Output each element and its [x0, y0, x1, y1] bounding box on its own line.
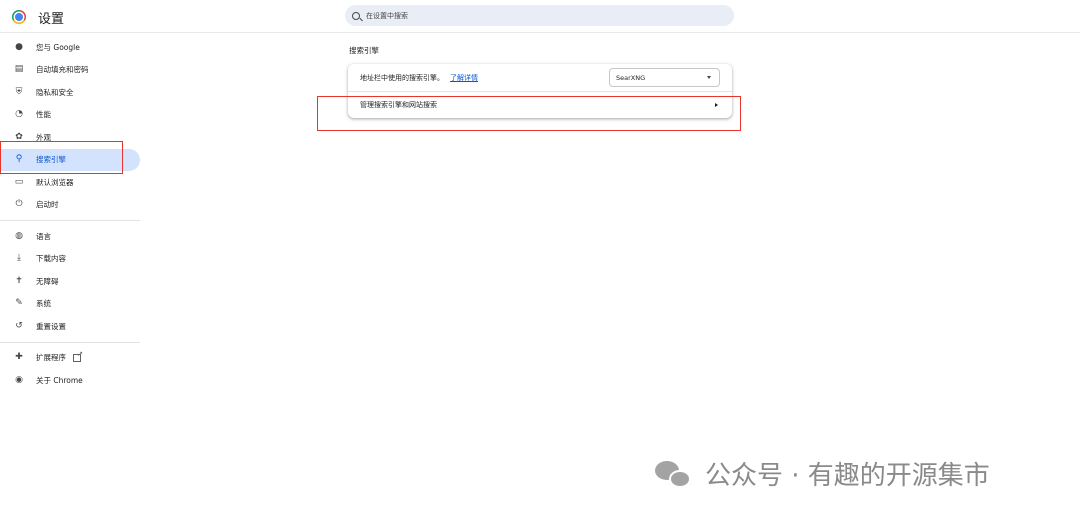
wechat-icon	[655, 459, 693, 489]
accessibility-icon: ✝	[15, 275, 23, 286]
sidebar-item-languages[interactable]: ◍ 语言	[0, 225, 140, 248]
sidebar-item-label: 扩展程序	[36, 353, 66, 363]
open-external-icon	[73, 350, 83, 362]
sidebar-item-label: 系统	[36, 299, 51, 309]
sidebar-item-search-engine[interactable]: ⚲ 搜索引擎	[0, 148, 140, 171]
sidebar-item-label: 您与 Google	[36, 42, 80, 52]
sidebar-item-label: 重置设置	[36, 321, 66, 331]
settings-search-input[interactable]: 在设置中搜索	[345, 5, 734, 26]
sidebar-item-reset-settings[interactable]: ↺ 重置设置	[0, 315, 140, 338]
sidebar-item-label: 隐私和安全	[36, 87, 74, 97]
sidebar: ● 您与 Google ▤ 自动填充和密码 ⛨ 隐私和安全 ◔ 性能 ✿ 外观 …	[0, 36, 140, 392]
sidebar-item-label: 搜索引擎	[36, 155, 66, 165]
search-icon: ⚲	[15, 154, 23, 165]
download-icon: ⤓	[17, 253, 21, 264]
search-engine-select[interactable]: SearXNG	[609, 68, 720, 87]
sidebar-item-default-browser[interactable]: ▭ 默认浏览器	[0, 171, 140, 194]
sidebar-item-performance[interactable]: ◔ 性能	[0, 104, 140, 127]
sidebar-item-downloads[interactable]: ⤓ 下载内容	[0, 248, 140, 271]
search-icon	[352, 11, 360, 20]
sidebar-item-label: 自动填充和密码	[36, 65, 89, 75]
manage-search-engines-row[interactable]: 管理搜索引擎和网站搜索	[348, 91, 732, 118]
search-engine-selected-value: SearXNG	[616, 73, 646, 82]
sidebar-item-autofill[interactable]: ▤ 自动填充和密码	[0, 59, 140, 82]
sidebar-item-label: 语言	[36, 231, 51, 241]
clipboard-icon: ▤	[14, 64, 24, 75]
reset-icon: ↺	[15, 320, 23, 331]
person-icon: ●	[15, 41, 23, 52]
chevron-right-icon	[715, 103, 718, 107]
search-placeholder: 在设置中搜索	[366, 11, 408, 20]
search-engine-card: 地址栏中使用的搜索引擎。 了解详情 SearXNG 管理搜索引擎和网站搜索	[348, 64, 732, 118]
power-icon: ⏻	[15, 199, 23, 210]
sidebar-item-extensions[interactable]: ✚ 扩展程序	[0, 347, 140, 370]
section-title: 搜索引擎	[349, 46, 379, 55]
shield-icon: ⛨	[15, 86, 23, 97]
sidebar-item-label: 默认浏览器	[36, 177, 74, 187]
sidebar-item-privacy[interactable]: ⛨ 隐私和安全	[0, 81, 140, 104]
sidebar-item-label: 性能	[36, 110, 51, 120]
watermark-text: 公众号 · 有趣的开源集市	[705, 461, 990, 491]
manage-search-engines-label: 管理搜索引擎和网站搜索	[360, 101, 437, 109]
sidebar-item-system[interactable]: ✎ 系统	[0, 293, 140, 316]
sidebar-item-label: 外观	[36, 132, 51, 142]
chrome-logo-icon	[12, 10, 26, 24]
sidebar-item-label: 启动时	[36, 200, 59, 210]
palette-icon: ✿	[15, 131, 23, 142]
watermark: 公众号 · 有趣的开源集市	[655, 455, 990, 492]
sidebar-item-label: 无障碍	[36, 276, 59, 286]
sidebar-item-you-and-google[interactable]: ● 您与 Google	[0, 36, 140, 59]
speedometer-icon: ◔	[15, 109, 23, 120]
sidebar-item-about-chrome[interactable]: ◉ 关于 Chrome	[0, 369, 140, 392]
sidebar-item-label: 关于 Chrome	[36, 375, 83, 385]
divider	[0, 341, 140, 343]
top-bar: 设置 在设置中搜索	[0, 0, 1080, 33]
puzzle-icon: ✚	[15, 352, 23, 363]
sidebar-item-appearance[interactable]: ✿ 外观	[0, 126, 140, 149]
sidebar-item-label: 下载内容	[36, 254, 66, 264]
globe-icon: ◍	[15, 230, 23, 241]
address-bar-engine-row: 地址栏中使用的搜索引擎。 了解详情 SearXNG	[348, 64, 732, 91]
sidebar-item-accessibility[interactable]: ✝ 无障碍	[0, 270, 140, 293]
chevron-down-icon	[707, 76, 711, 79]
browser-icon: ▭	[14, 176, 24, 187]
address-bar-engine-label: 地址栏中使用的搜索引擎。	[360, 73, 444, 82]
sidebar-item-on-startup[interactable]: ⏻ 启动时	[0, 194, 140, 217]
learn-more-link[interactable]: 了解详情	[450, 73, 478, 83]
divider	[0, 220, 140, 221]
page-title: 设置	[38, 12, 65, 27]
wrench-icon: ✎	[15, 298, 23, 309]
main-content: 搜索引擎 地址栏中使用的搜索引擎。 了解详情 SearXNG 管理搜索引擎和网站…	[348, 45, 732, 118]
chrome-icon: ◉	[15, 374, 23, 385]
